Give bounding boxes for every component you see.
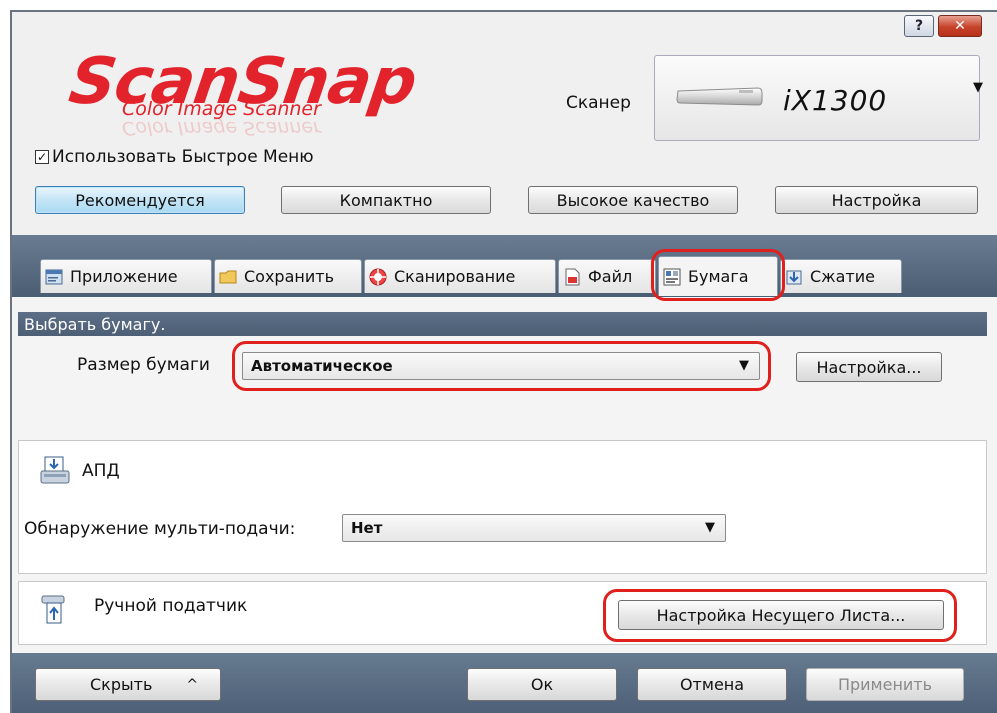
close-button[interactable]: ✕ (938, 15, 982, 37)
multifeed-select[interactable]: Нет ▼ (342, 514, 726, 542)
quick-menu-checkbox[interactable]: ✓ (35, 150, 49, 164)
multifeed-label: Обнаружение мульти-подачи: (24, 519, 296, 539)
preset-recommended-button[interactable]: Рекомендуется (35, 186, 245, 214)
scanner-device-icon (676, 87, 763, 106)
adf-group (18, 440, 987, 574)
tab-application[interactable]: Приложение (40, 259, 212, 293)
tab-label: Сохранить (244, 267, 334, 286)
tab-file[interactable]: Файл (558, 259, 656, 293)
apply-button[interactable]: Применить (806, 668, 964, 701)
app-window-icon (45, 268, 63, 286)
compress-icon (785, 268, 803, 286)
paper-settings-button[interactable]: Настройка... (796, 352, 942, 382)
chevron-up-icon: ^ (186, 676, 199, 693)
manual-feeder-icon (40, 594, 68, 632)
hide-button[interactable]: Скрыть ^ (35, 668, 221, 701)
scanner-model: iX1300 (783, 84, 888, 117)
cancel-button[interactable]: Отмена (637, 668, 787, 701)
paper-size-value: Автоматическое (251, 357, 393, 375)
preset-high-quality-button[interactable]: Высокое качество (528, 186, 738, 214)
tab-paper[interactable]: Бумага (658, 256, 778, 296)
tab-label: Бумага (688, 267, 749, 286)
scan-disc-icon (369, 268, 387, 286)
tab-save[interactable]: Сохранить (214, 259, 362, 293)
tab-label: Файл (588, 267, 633, 286)
help-icon: ? (914, 18, 924, 34)
chevron-down-icon: ▼ (705, 520, 715, 535)
close-icon: ✕ (954, 18, 966, 34)
manual-feeder-title: Ручной податчик (94, 596, 248, 616)
file-icon (563, 268, 581, 286)
chevron-down-icon: ▼ (739, 358, 749, 373)
chevron-down-icon[interactable]: ▼ (973, 80, 983, 95)
paper-icon (663, 268, 681, 286)
tab-scanning[interactable]: Сканирование (364, 259, 556, 293)
multifeed-value: Нет (351, 519, 383, 537)
paper-size-label: Размер бумаги (77, 355, 210, 375)
folder-icon (219, 268, 237, 286)
quick-menu-label: Использовать Быстрое Меню (52, 147, 314, 167)
help-button[interactable]: ? (904, 15, 934, 37)
preset-compact-button[interactable]: Компактно (281, 186, 491, 214)
tab-label: Приложение (70, 267, 178, 286)
carrier-sheet-settings-button[interactable]: Настройка Несущего Листа... (618, 600, 944, 630)
section-title: Выбрать бумагу. (18, 312, 987, 336)
tab-label: Сжатие (810, 267, 875, 286)
hide-label: Скрыть (90, 675, 153, 694)
scanner-label: Сканер (566, 93, 631, 113)
paper-size-select[interactable]: Автоматическое ▼ (242, 352, 760, 380)
adf-icon (40, 455, 70, 489)
tab-compression[interactable]: Сжатие (780, 259, 902, 293)
tab-label: Сканирование (394, 267, 516, 286)
ok-button[interactable]: Ок (467, 668, 617, 701)
adf-title: АПД (82, 461, 120, 481)
logo-reflection: Color Image Scanner (122, 117, 321, 139)
preset-custom-button[interactable]: Настройка (775, 186, 978, 214)
